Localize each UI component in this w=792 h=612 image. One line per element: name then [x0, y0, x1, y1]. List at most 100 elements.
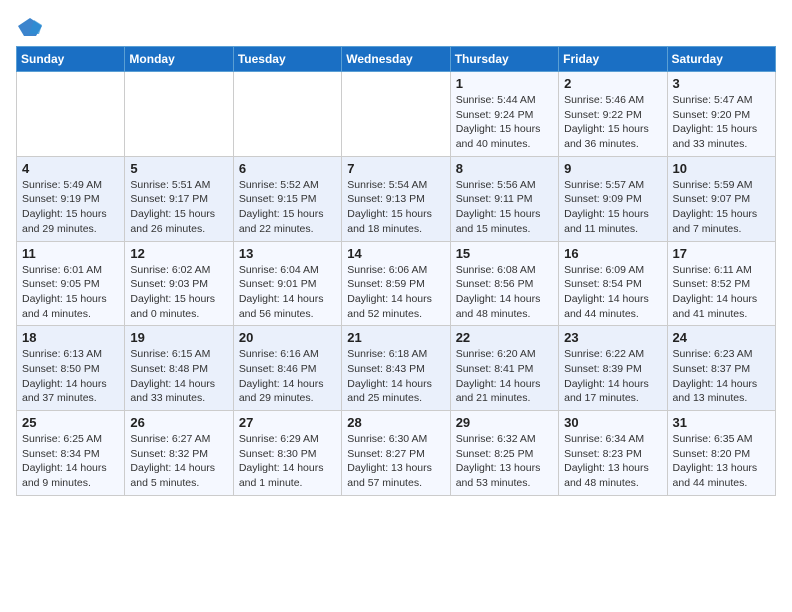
day-info: Sunrise: 5:52 AMSunset: 9:15 PMDaylight:… — [239, 178, 336, 237]
day-number: 7 — [347, 161, 444, 176]
day-info: Sunrise: 6:08 AMSunset: 8:56 PMDaylight:… — [456, 263, 553, 322]
day-number: 29 — [456, 415, 553, 430]
day-number: 26 — [130, 415, 227, 430]
page-header — [16, 16, 776, 38]
day-number: 13 — [239, 246, 336, 261]
day-info: Sunrise: 6:35 AMSunset: 8:20 PMDaylight:… — [673, 432, 770, 491]
day-info: Sunrise: 5:44 AMSunset: 9:24 PMDaylight:… — [456, 93, 553, 152]
day-number: 30 — [564, 415, 661, 430]
day-number: 6 — [239, 161, 336, 176]
day-number: 5 — [130, 161, 227, 176]
day-info: Sunrise: 6:16 AMSunset: 8:46 PMDaylight:… — [239, 347, 336, 406]
col-header-thursday: Thursday — [450, 47, 558, 72]
day-info: Sunrise: 6:06 AMSunset: 8:59 PMDaylight:… — [347, 263, 444, 322]
calendar-week-4: 18Sunrise: 6:13 AMSunset: 8:50 PMDayligh… — [17, 326, 776, 411]
day-info: Sunrise: 6:27 AMSunset: 8:32 PMDaylight:… — [130, 432, 227, 491]
day-number: 14 — [347, 246, 444, 261]
day-number: 31 — [673, 415, 770, 430]
day-info: Sunrise: 6:18 AMSunset: 8:43 PMDaylight:… — [347, 347, 444, 406]
day-info: Sunrise: 6:13 AMSunset: 8:50 PMDaylight:… — [22, 347, 119, 406]
calendar-cell: 6 Sunrise: 5:52 AMSunset: 9:15 PMDaylight… — [233, 156, 341, 241]
day-number: 25 — [22, 415, 119, 430]
day-number: 3 — [673, 76, 770, 91]
calendar-cell: 10 Sunrise: 5:59 AMSunset: 9:07 PMDayligh… — [667, 156, 775, 241]
calendar-cell: 16Sunrise: 6:09 AMSunset: 8:54 PMDayligh… — [559, 241, 667, 326]
calendar-week-1: 1 Sunrise: 5:44 AMSunset: 9:24 PMDaylight… — [17, 72, 776, 157]
day-number: 23 — [564, 330, 661, 345]
day-info: Sunrise: 5:54 AMSunset: 9:13 PMDaylight:… — [347, 178, 444, 237]
day-info: Sunrise: 6:32 AMSunset: 8:25 PMDaylight:… — [456, 432, 553, 491]
day-info: Sunrise: 5:46 AMSunset: 9:22 PMDaylight:… — [564, 93, 661, 152]
day-number: 4 — [22, 161, 119, 176]
calendar-cell — [125, 72, 233, 157]
calendar-cell: 3 Sunrise: 5:47 AMSunset: 9:20 PMDaylight… — [667, 72, 775, 157]
day-number: 22 — [456, 330, 553, 345]
calendar-cell: 23 Sunrise: 6:22 AMSunset: 8:39 PMDayligh… — [559, 326, 667, 411]
calendar-cell: 1 Sunrise: 5:44 AMSunset: 9:24 PMDaylight… — [450, 72, 558, 157]
day-number: 15 — [456, 246, 553, 261]
day-number: 16 — [564, 246, 661, 261]
day-number: 2 — [564, 76, 661, 91]
day-number: 1 — [456, 76, 553, 91]
calendar-cell: 26 Sunrise: 6:27 AMSunset: 8:32 PMDayligh… — [125, 411, 233, 496]
day-info: Sunrise: 6:22 AMSunset: 8:39 PMDaylight:… — [564, 347, 661, 406]
calendar-cell: 18Sunrise: 6:13 AMSunset: 8:50 PMDayligh… — [17, 326, 125, 411]
calendar-cell: 29 Sunrise: 6:32 AMSunset: 8:25 PMDayligh… — [450, 411, 558, 496]
day-info: Sunrise: 6:29 AMSunset: 8:30 PMDaylight:… — [239, 432, 336, 491]
calendar-cell — [342, 72, 450, 157]
calendar-cell — [17, 72, 125, 157]
day-info: Sunrise: 5:59 AMSunset: 9:07 PMDaylight:… — [673, 178, 770, 237]
col-header-tuesday: Tuesday — [233, 47, 341, 72]
col-header-friday: Friday — [559, 47, 667, 72]
calendar-cell: 14 Sunrise: 6:06 AMSunset: 8:59 PMDayligh… — [342, 241, 450, 326]
calendar-cell: 21 Sunrise: 6:18 AMSunset: 8:43 PMDayligh… — [342, 326, 450, 411]
calendar-week-5: 25Sunrise: 6:25 AMSunset: 8:34 PMDayligh… — [17, 411, 776, 496]
col-header-monday: Monday — [125, 47, 233, 72]
day-number: 27 — [239, 415, 336, 430]
day-number: 11 — [22, 246, 119, 261]
day-info: Sunrise: 6:11 AMSunset: 8:52 PMDaylight:… — [673, 263, 770, 322]
calendar-cell: 12Sunrise: 6:02 AMSunset: 9:03 PMDayligh… — [125, 241, 233, 326]
calendar-cell: 5Sunrise: 5:51 AMSunset: 9:17 PMDaylight… — [125, 156, 233, 241]
logo — [16, 16, 48, 38]
calendar-cell: 8 Sunrise: 5:56 AMSunset: 9:11 PMDaylight… — [450, 156, 558, 241]
day-info: Sunrise: 5:49 AMSunset: 9:19 PMDaylight:… — [22, 178, 119, 237]
day-number: 24 — [673, 330, 770, 345]
calendar-cell: 9 Sunrise: 5:57 AMSunset: 9:09 PMDaylight… — [559, 156, 667, 241]
logo-icon — [16, 16, 44, 38]
calendar-header-row: SundayMondayTuesdayWednesdayThursdayFrid… — [17, 47, 776, 72]
day-info: Sunrise: 5:47 AMSunset: 9:20 PMDaylight:… — [673, 93, 770, 152]
day-info: Sunrise: 5:56 AMSunset: 9:11 PMDaylight:… — [456, 178, 553, 237]
calendar-cell: 20 Sunrise: 6:16 AMSunset: 8:46 PMDayligh… — [233, 326, 341, 411]
day-number: 19 — [130, 330, 227, 345]
col-header-sunday: Sunday — [17, 47, 125, 72]
calendar-cell: 24 Sunrise: 6:23 AMSunset: 8:37 PMDayligh… — [667, 326, 775, 411]
day-info: Sunrise: 5:57 AMSunset: 9:09 PMDaylight:… — [564, 178, 661, 237]
day-info: Sunrise: 6:20 AMSunset: 8:41 PMDaylight:… — [456, 347, 553, 406]
calendar-cell: 19Sunrise: 6:15 AMSunset: 8:48 PMDayligh… — [125, 326, 233, 411]
day-info: Sunrise: 6:34 AMSunset: 8:23 PMDaylight:… — [564, 432, 661, 491]
day-number: 9 — [564, 161, 661, 176]
calendar-week-3: 11Sunrise: 6:01 AMSunset: 9:05 PMDayligh… — [17, 241, 776, 326]
calendar-cell: 28 Sunrise: 6:30 AMSunset: 8:27 PMDayligh… — [342, 411, 450, 496]
calendar-cell: 7 Sunrise: 5:54 AMSunset: 9:13 PMDaylight… — [342, 156, 450, 241]
day-number: 21 — [347, 330, 444, 345]
day-number: 10 — [673, 161, 770, 176]
day-number: 20 — [239, 330, 336, 345]
day-number: 17 — [673, 246, 770, 261]
col-header-wednesday: Wednesday — [342, 47, 450, 72]
calendar: SundayMondayTuesdayWednesdayThursdayFrid… — [16, 46, 776, 496]
calendar-cell: 25Sunrise: 6:25 AMSunset: 8:34 PMDayligh… — [17, 411, 125, 496]
calendar-cell: 31 Sunrise: 6:35 AMSunset: 8:20 PMDayligh… — [667, 411, 775, 496]
calendar-cell: 17 Sunrise: 6:11 AMSunset: 8:52 PMDayligh… — [667, 241, 775, 326]
calendar-cell: 22 Sunrise: 6:20 AMSunset: 8:41 PMDayligh… — [450, 326, 558, 411]
day-number: 8 — [456, 161, 553, 176]
calendar-cell: 13Sunrise: 6:04 AMSunset: 9:01 PMDayligh… — [233, 241, 341, 326]
day-info: Sunrise: 6:30 AMSunset: 8:27 PMDaylight:… — [347, 432, 444, 491]
day-number: 28 — [347, 415, 444, 430]
calendar-cell: 15 Sunrise: 6:08 AMSunset: 8:56 PMDayligh… — [450, 241, 558, 326]
calendar-cell: 11Sunrise: 6:01 AMSunset: 9:05 PMDayligh… — [17, 241, 125, 326]
day-info: Sunrise: 6:23 AMSunset: 8:37 PMDaylight:… — [673, 347, 770, 406]
calendar-cell: 2 Sunrise: 5:46 AMSunset: 9:22 PMDaylight… — [559, 72, 667, 157]
calendar-cell — [233, 72, 341, 157]
